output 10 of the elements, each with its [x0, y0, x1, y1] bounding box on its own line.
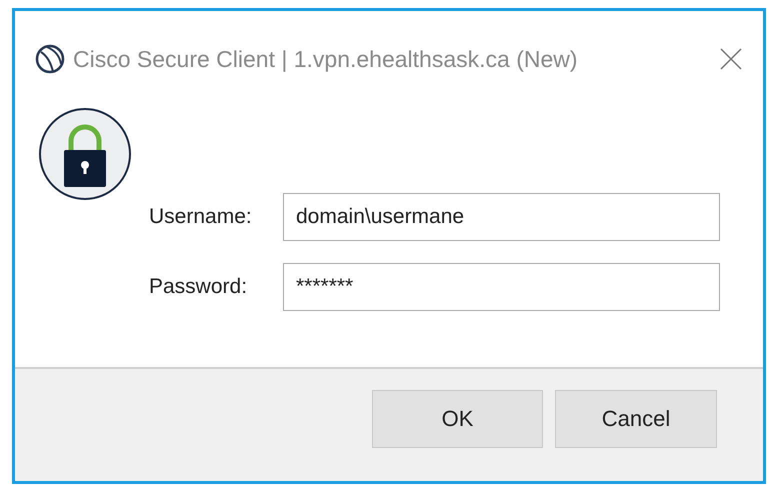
field-label: Password:: [149, 275, 248, 299]
window-title: Cisco Secure Client | 1.vpn.ehealthsask.ca (New): [73, 46, 579, 72]
field-label: Username:: [149, 205, 253, 229]
padlock-icon: [38, 107, 132, 201]
ok-button[interactable]: OK: [372, 390, 543, 448]
globe-icon: [35, 44, 65, 74]
cancel-button[interactable]: Cancel: [555, 390, 717, 448]
close-icon[interactable]: [719, 47, 743, 71]
input-field[interactable]: domain\usermane: [283, 193, 720, 241]
input-field[interactable]: *******: [283, 263, 720, 311]
